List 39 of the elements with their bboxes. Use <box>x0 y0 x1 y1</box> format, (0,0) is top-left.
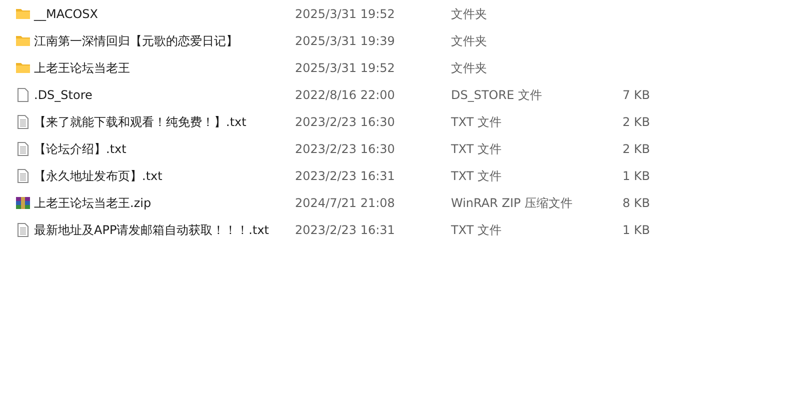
text-file-icon <box>15 168 31 184</box>
modified-date: 2025/3/31 19:52 <box>295 60 396 76</box>
modified-date: 2023/2/23 16:31 <box>295 168 396 184</box>
file-type: 文件夹 <box>451 60 488 76</box>
file-name[interactable]: 上老王论坛当老王 <box>34 58 292 76</box>
file-size: 1 KB <box>621 168 650 184</box>
file-size: 7 KB <box>621 86 650 104</box>
file-size: 2 KB <box>621 114 650 130</box>
file-name[interactable]: 江南第一深情回归【元歌的恋爱日记】 <box>34 32 292 50</box>
text-file-icon <box>15 140 31 156</box>
file-icon <box>15 86 31 102</box>
file-type: TXT 文件 <box>451 222 502 238</box>
file-size: 8 KB <box>621 194 650 212</box>
file-name[interactable]: .DS_Store <box>34 86 292 104</box>
file-size: 2 KB <box>621 140 650 158</box>
file-type: DS_STORE 文件 <box>451 86 543 104</box>
modified-date: 2023/2/23 16:30 <box>295 114 396 130</box>
text-file-icon <box>15 222 31 238</box>
modified-date: 2023/2/23 16:30 <box>295 140 396 158</box>
modified-date: 2023/2/23 16:31 <box>295 222 396 238</box>
file-type: TXT 文件 <box>451 114 502 130</box>
archive-icon <box>15 194 31 210</box>
file-size: 1 KB <box>621 222 650 238</box>
file-type: TXT 文件 <box>451 140 502 158</box>
file-type: 文件夹 <box>451 6 488 22</box>
file-name[interactable]: __MACOSX <box>34 4 292 22</box>
modified-date: 2025/3/31 19:39 <box>295 32 396 50</box>
modified-date: 2025/3/31 19:52 <box>295 6 396 22</box>
modified-date: 2022/8/16 22:00 <box>295 86 396 104</box>
file-name[interactable]: 最新地址及APP请发邮箱自动获取！！！.txt <box>34 220 292 238</box>
file-type: WinRAR ZIP 压缩文件 <box>451 194 574 212</box>
file-type: TXT 文件 <box>451 168 502 184</box>
file-name[interactable]: 【永久地址发布页】.txt <box>34 166 292 184</box>
file-type: 文件夹 <box>451 32 488 50</box>
file-name[interactable]: 【来了就能下载和观看！纯免费！】.txt <box>34 112 292 130</box>
modified-date: 2024/7/21 21:08 <box>295 194 396 212</box>
text-file-icon <box>15 114 31 130</box>
file-name[interactable]: 【论坛介绍】.txt <box>34 140 292 158</box>
file-name[interactable]: 上老王论坛当老王.zip <box>34 194 292 212</box>
